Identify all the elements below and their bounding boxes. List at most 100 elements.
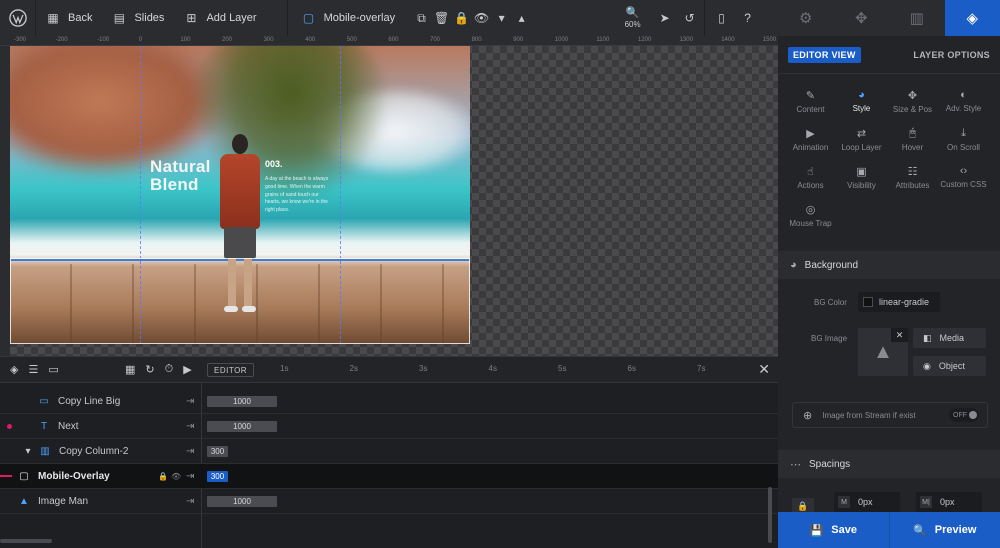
slides-button[interactable]: ▤ Slides bbox=[102, 0, 174, 36]
chevron-up-icon[interactable]: ▴ bbox=[512, 0, 532, 36]
layer-row[interactable]: ▲ Image Man ⇥ 1000 bbox=[0, 489, 778, 514]
vertical-ruler bbox=[0, 46, 10, 356]
code-icon: ‹› bbox=[959, 165, 968, 177]
visibility-icon[interactable]: 👁 bbox=[472, 0, 492, 36]
tab-size-pos[interactable]: ✥ Size & Pos bbox=[887, 82, 938, 120]
tab-actions[interactable]: ☝ Actions bbox=[785, 158, 836, 196]
layer-end-icon[interactable]: ⇥ bbox=[186, 421, 194, 432]
action-buttons: 💾 Save 🔍 Preview bbox=[778, 512, 1000, 548]
timeline-tick-label: 4s bbox=[488, 364, 497, 373]
add-layer-icon: ⊞ bbox=[186, 11, 197, 25]
lock-icon[interactable]: 🔒 bbox=[158, 472, 168, 481]
tab-adv-style[interactable]: ◐ Adv. Style bbox=[938, 82, 989, 120]
tab-label: Adv. Style bbox=[945, 104, 982, 113]
close-icon[interactable]: ✕ bbox=[891, 328, 908, 342]
spacings-section-header[interactable]: ⋯ Spacings bbox=[778, 450, 1000, 478]
margin-top-field[interactable]: M 0px bbox=[834, 492, 900, 512]
tab-mouse-trap[interactable]: ◎ Mouse Trap bbox=[785, 196, 836, 234]
wordpress-logo-icon[interactable] bbox=[0, 0, 36, 36]
snap-grid-icon[interactable]: ▦ bbox=[125, 363, 135, 376]
tab-loop-layer[interactable]: ⇄ Loop Layer bbox=[836, 120, 887, 158]
add-layer-label: Add Layer bbox=[206, 12, 257, 24]
navigation-icon[interactable]: ✥ bbox=[834, 0, 890, 36]
cursor-icon[interactable]: ➤ bbox=[650, 0, 680, 36]
slide-title[interactable]: Natural Blend bbox=[150, 158, 211, 194]
media-icon: ◧ bbox=[923, 332, 932, 343]
selected-layer-outline[interactable] bbox=[10, 258, 470, 344]
media-button[interactable]: ◧ Media bbox=[913, 328, 986, 348]
tab-style[interactable]: ◕ Style bbox=[836, 82, 887, 120]
layer-row[interactable]: T Next ⇥ 1000 bbox=[0, 414, 778, 439]
stream-toggle[interactable]: OFF bbox=[949, 408, 979, 422]
layer-row[interactable]: ▾ ▥ Copy Column-2 ⇥ 300 bbox=[0, 439, 778, 464]
layer-duration-bar[interactable]: 1000 bbox=[207, 420, 277, 432]
lock-icon[interactable]: 🔒 bbox=[452, 0, 472, 36]
layer-end-icon[interactable]: ⇥ bbox=[186, 496, 194, 507]
tab-animation[interactable]: ▶ Animation bbox=[785, 120, 836, 158]
bg-color-picker[interactable]: linear-gradie bbox=[858, 292, 940, 312]
slide-copy[interactable]: A day at the beach is always good time. … bbox=[265, 176, 335, 215]
layer-duration-bar[interactable]: 300 bbox=[207, 470, 228, 482]
globe-icon: ⊕ bbox=[803, 409, 813, 422]
layer-end-icon[interactable]: ⇥ bbox=[186, 471, 194, 482]
ruler-tick-label: 300 bbox=[263, 37, 274, 43]
layers-icon[interactable]: ◈ bbox=[10, 363, 18, 376]
zoom-control[interactable]: 🔍 60% bbox=[616, 0, 650, 36]
slide-preview[interactable]: Natural Blend 003. A day at the beach is… bbox=[10, 46, 470, 344]
spacing-fields: 🔒 M 0px M| 0px bbox=[778, 490, 1000, 514]
timeline-editor-button[interactable]: EDITOR bbox=[207, 363, 255, 377]
background-section-header[interactable]: ◕ Background bbox=[778, 251, 1000, 279]
chevron-down-icon[interactable]: ▾ bbox=[492, 0, 512, 36]
grid-icon: ▦ bbox=[47, 11, 59, 25]
layer-row-selected[interactable]: ▢ Mobile-Overlay 🔒 👁 ⇥ 300 bbox=[0, 464, 778, 489]
layer-row[interactable]: ▭ Copy Line Big ⇥ 1000 bbox=[0, 389, 778, 414]
tab-on-scroll[interactable]: ⤓ On Scroll bbox=[938, 120, 989, 158]
delete-icon[interactable]: 🗑 bbox=[432, 0, 452, 36]
man-head bbox=[232, 134, 248, 154]
current-layer-selector[interactable]: ▢ Mobile-overlay bbox=[292, 0, 412, 36]
move-icon: ✥ bbox=[907, 89, 918, 102]
layer-options-tab[interactable]: LAYER OPTIONS bbox=[913, 50, 990, 60]
visibility-icon[interactable]: 👁 bbox=[171, 472, 181, 481]
layer-duration-bar[interactable]: 1000 bbox=[207, 495, 277, 507]
vertical-scrollbar[interactable] bbox=[768, 487, 772, 543]
ruler-tick-label: 800 bbox=[471, 37, 482, 43]
tab-label: Size & Pos bbox=[892, 104, 933, 114]
save-button[interactable]: 💾 Save bbox=[778, 512, 890, 548]
layer-end-icon[interactable]: ⇥ bbox=[186, 396, 194, 407]
slide-canvas[interactable]: Natural Blend 003. A day at the beach is… bbox=[10, 46, 778, 356]
chevron-down-icon[interactable]: ▾ bbox=[25, 446, 31, 457]
undo-icon[interactable]: ↺ bbox=[680, 0, 700, 36]
duplicate-icon[interactable]: ⧉ bbox=[412, 0, 432, 36]
layers-icon[interactable]: ◈ bbox=[944, 0, 1000, 36]
add-layer-button[interactable]: ⊞ Add Layer bbox=[174, 0, 266, 36]
folder-icon[interactable]: ▭ bbox=[48, 363, 58, 376]
preview-button[interactable]: 🔍 Preview bbox=[889, 512, 1000, 548]
layer-duration-bar[interactable]: 1000 bbox=[207, 395, 277, 407]
play-icon: ▶ bbox=[806, 127, 815, 140]
list-icon[interactable]: ☰ bbox=[28, 363, 38, 376]
timer-icon[interactable]: ⏱ bbox=[165, 363, 174, 376]
slides-panel-icon[interactable]: ▥ bbox=[889, 0, 945, 36]
pencil-icon: ✎ bbox=[805, 89, 816, 102]
mobile-device-icon[interactable]: ▯ bbox=[709, 0, 735, 36]
tab-hover[interactable]: 🖱 Hover bbox=[887, 120, 938, 158]
play-icon[interactable]: ▶ bbox=[183, 363, 191, 376]
tab-content[interactable]: ✎ Content bbox=[785, 82, 836, 120]
tab-attributes[interactable]: ☷ Attributes bbox=[887, 158, 938, 196]
rewind-icon[interactable]: ↻ bbox=[145, 363, 154, 376]
settings-gear-icon[interactable]: ⚙ bbox=[778, 0, 834, 36]
tab-custom-css[interactable]: ‹› Custom CSS bbox=[938, 158, 989, 196]
layer-duration-bar[interactable]: 300 bbox=[207, 445, 228, 457]
margin-right-field[interactable]: M| 0px bbox=[916, 492, 982, 512]
editor-view-tab[interactable]: EDITOR VIEW bbox=[788, 46, 861, 63]
object-button[interactable]: ◉ Object bbox=[913, 356, 986, 376]
help-icon[interactable]: ? bbox=[735, 0, 761, 36]
layer-end-icon[interactable]: ⇥ bbox=[186, 446, 194, 457]
close-icon[interactable]: ✕ bbox=[758, 361, 770, 378]
back-button[interactable]: ▦ Back bbox=[36, 0, 102, 36]
section-title: Background bbox=[804, 259, 859, 271]
tab-label: Mouse Trap bbox=[789, 218, 832, 228]
horizontal-scrollbar[interactable] bbox=[0, 539, 52, 543]
tab-visibility[interactable]: ▣ Visibility bbox=[836, 158, 887, 196]
